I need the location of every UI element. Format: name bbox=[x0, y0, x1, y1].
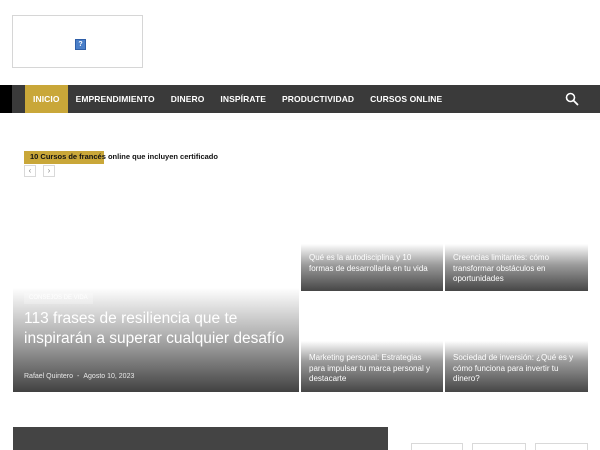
tab-button[interactable] bbox=[411, 443, 463, 450]
ticker-headline[interactable]: 10 Cursos de francés online que incluyen… bbox=[30, 152, 218, 161]
search-icon[interactable] bbox=[565, 92, 579, 106]
tab-button[interactable] bbox=[535, 443, 588, 450]
nav-item-emprendimiento[interactable]: EMPRENDIMIENTO bbox=[68, 85, 163, 113]
featured-date: Agosto 10, 2023 bbox=[83, 373, 135, 380]
featured-author[interactable]: Rafael Quintero bbox=[24, 373, 73, 380]
featured-meta: Rafael Quintero - Agosto 10, 2023 bbox=[24, 373, 134, 380]
article-card[interactable]: Sociedad de inversión: ¿Qué es y cómo fu… bbox=[445, 341, 588, 392]
article-card[interactable]: Marketing personal: Estrategias para imp… bbox=[301, 341, 443, 392]
featured-category-badge[interactable]: CONSEJOS DE VIDA bbox=[24, 293, 93, 304]
ticker-prev-button[interactable]: ‹ bbox=[24, 165, 36, 177]
main-navigation: INICIO EMPRENDIMIENTO DINERO INSPÍRATE P… bbox=[0, 85, 600, 113]
nav-item-inicio[interactable]: INICIO bbox=[25, 85, 68, 113]
ticker-next-button[interactable]: › bbox=[43, 165, 55, 177]
featured-title[interactable]: 113 frases de resiliencia que te inspira… bbox=[24, 309, 286, 349]
nav-item-cursos-online[interactable]: CURSOS ONLINE bbox=[362, 85, 450, 113]
article-card[interactable]: Creencias limitantes: cómo transformar o… bbox=[445, 244, 588, 291]
nav-item-dinero[interactable]: DINERO bbox=[163, 85, 213, 113]
nav-menu: INICIO EMPRENDIMIENTO DINERO INSPÍRATE P… bbox=[25, 85, 450, 113]
meta-separator: - bbox=[77, 373, 80, 380]
article-card-title[interactable]: Sociedad de inversión: ¿Qué es y cómo fu… bbox=[453, 353, 579, 385]
nav-item-inspirate[interactable]: INSPÍRATE bbox=[212, 85, 274, 113]
site-logo[interactable]: ? bbox=[12, 15, 143, 68]
tab-button[interactable] bbox=[472, 443, 526, 450]
featured-article[interactable]: CONSEJOS DE VIDA 113 frases de resilienc… bbox=[13, 243, 299, 392]
article-card-title[interactable]: Qué es la autodisciplina y 10 formas de … bbox=[309, 253, 435, 274]
nav-item-productividad[interactable]: PRODUCTIVIDAD bbox=[274, 85, 362, 113]
nav-edge bbox=[0, 85, 12, 113]
broken-image-icon: ? bbox=[75, 39, 86, 50]
section-header-bar bbox=[13, 427, 388, 450]
article-card[interactable]: Qué es la autodisciplina y 10 formas de … bbox=[301, 244, 443, 291]
article-card-title[interactable]: Marketing personal: Estrategias para imp… bbox=[309, 353, 435, 385]
article-card-title[interactable]: Creencias limitantes: cómo transformar o… bbox=[453, 253, 579, 285]
